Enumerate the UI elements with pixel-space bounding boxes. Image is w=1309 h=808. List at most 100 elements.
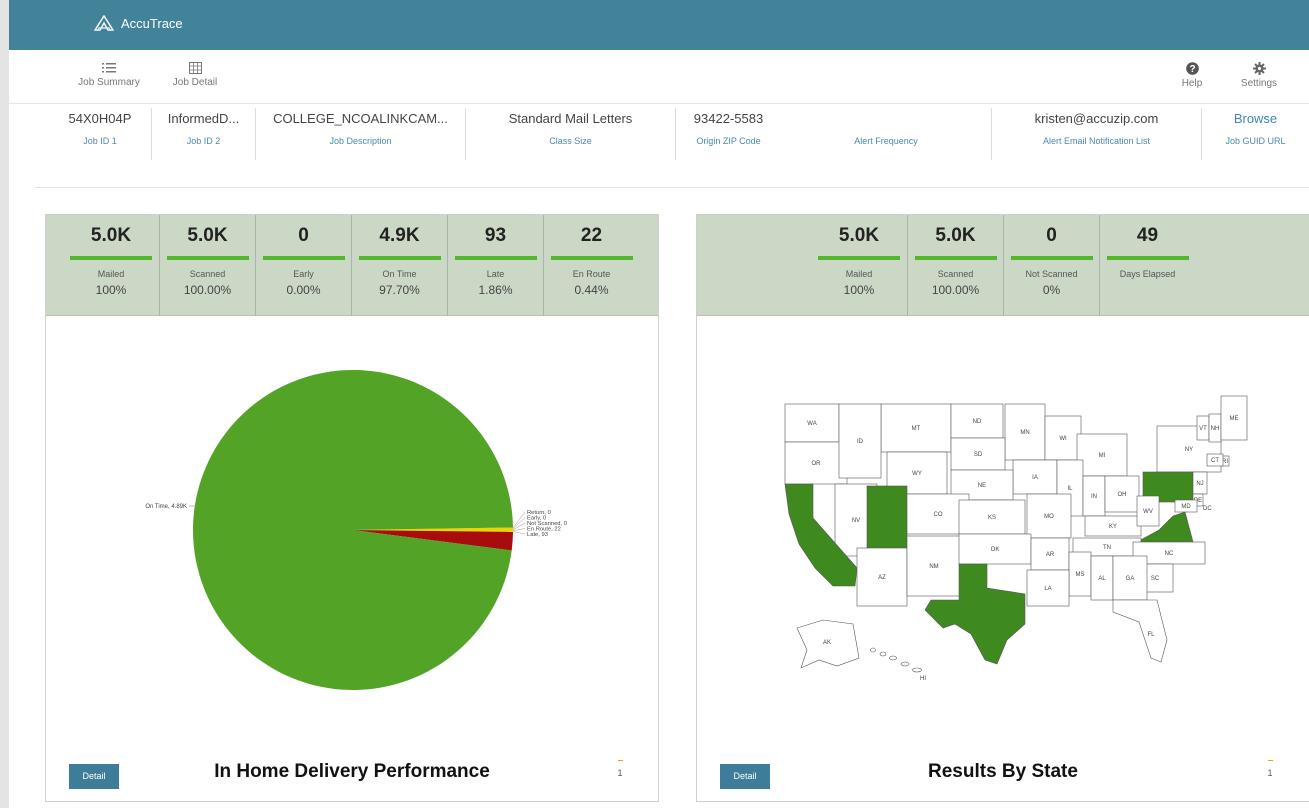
state-ut[interactable] (866, 485, 908, 549)
top-header: AccuTrace (9, 0, 1309, 50)
stat-bar (818, 256, 900, 260)
stat-bar (1010, 256, 1093, 260)
stat-scanned: 5.0K Scanned 100.00% (907, 215, 1003, 316)
app-logo[interactable]: AccuTrace (94, 15, 183, 31)
help-button[interactable]: ? Help (1177, 62, 1207, 89)
stat-bar (550, 256, 633, 260)
state-label: NV (852, 518, 860, 524)
state-label: ND (973, 419, 982, 425)
pager-indicator (1267, 760, 1273, 761)
state-label: MT (912, 426, 921, 432)
settings-label: Settings (1240, 78, 1278, 89)
panel-title: Results By State (928, 761, 1078, 782)
state-label: SC (1151, 576, 1160, 582)
divider (34, 187, 1309, 188)
stat-percent: 100.00% (183, 283, 232, 297)
pie-label: Late, 93 (527, 532, 548, 538)
state-hi[interactable] (889, 655, 897, 661)
state-label: WI (1059, 436, 1067, 442)
stat-label: Scanned (189, 269, 226, 279)
stat-bar (358, 256, 441, 260)
state-label: VT (1199, 426, 1207, 432)
state-label: SD (974, 452, 983, 458)
state-hi[interactable] (912, 667, 922, 673)
settings-button[interactable]: Settings (1239, 62, 1279, 89)
alert-email-value: kristen@accuzip.com (1034, 111, 1159, 126)
app-window: AccuTrace Job Summary Job Detail ? Help (9, 0, 1309, 808)
job-id-1-field: 54X0H04P Job ID 1 (49, 108, 151, 160)
help-label: Help (1181, 78, 1203, 89)
state-label: NE (978, 483, 986, 489)
job-id-2-value: InformedD... (167, 111, 240, 126)
state-label: AL (1098, 576, 1106, 582)
stat-days-elapsed: 49 Days Elapsed (1099, 215, 1195, 316)
stat-mailed: 5.0K Mailed 100% (63, 215, 159, 316)
us-states-map[interactable]: WAMTNDMNORIDSDWIMINYVT NHMEWYIANE ILIN OHRI… (697, 316, 1309, 749)
job-detail-button[interactable]: Job Detail (167, 62, 223, 88)
job-description-label: Job Description (329, 136, 392, 146)
alert-frequency-label: Alert Frequency (854, 136, 918, 146)
pie-label-leader (512, 517, 526, 530)
job-info-bar: 54X0H04P Job ID 1 InformedD... Job ID 2 … (9, 104, 1309, 160)
state-hi[interactable] (870, 647, 876, 653)
stat-on-time: 4.9K On Time 97.70% (351, 215, 447, 316)
stat-value: 0 (298, 225, 309, 246)
state-label: OK (991, 547, 1000, 553)
state-label: CT (1211, 458, 1219, 464)
job-id-1-label: Job ID 1 (83, 136, 117, 146)
help-icon: ? (1185, 62, 1199, 75)
stat-bar (1106, 256, 1189, 260)
panel-footer: Detail Results By State 1 (697, 747, 1309, 801)
panel-title: In Home Delivery Performance (214, 761, 490, 782)
state-label: AZ (878, 575, 886, 581)
list-icon (102, 63, 116, 73)
stat-value: 5.0K (935, 225, 976, 246)
state-fl[interactable] (1112, 599, 1168, 663)
state-label: NY (1185, 447, 1193, 453)
job-detail-label: Job Detail (172, 77, 218, 88)
page-number: 1 (617, 768, 623, 778)
gear-icon (1252, 62, 1266, 75)
origin-zip-value: 93422-5583 (693, 111, 764, 126)
state-label: MI (1099, 453, 1106, 459)
delivery-pie-chart[interactable]: On Time, 4.89KReturn, 0Early, 0Not Scann… (46, 316, 658, 749)
state-label: OR (812, 461, 822, 467)
state-label: FL (1147, 632, 1155, 638)
alert-frequency-value (781, 108, 991, 126)
stat-not-scanned: 0 Not Scanned 0% (1003, 215, 1099, 316)
stat-en-route: 22 En Route 0.44% (543, 215, 639, 316)
svg-text:?: ? (1189, 64, 1195, 75)
job-summary-button[interactable]: Job Summary (75, 62, 143, 88)
state-label: ID (857, 439, 864, 445)
stat-label: Mailed (97, 269, 125, 279)
stat-percent: 100% (843, 283, 875, 297)
class-size-field: Standard Mail Letters Class Size (465, 108, 675, 160)
state-label: WV (1143, 509, 1153, 515)
job-summary-label: Job Summary (78, 77, 140, 88)
stat-percent: 100.00% (931, 283, 980, 297)
stat-label: En Route (572, 269, 611, 279)
pie-label: On Time, 4.89K (145, 504, 187, 510)
browse-link[interactable]: Browse (1202, 108, 1309, 126)
job-guid-field: Browse Job GUID URL (1201, 108, 1309, 160)
state-label: LA (1044, 586, 1051, 592)
state-label: AK (823, 640, 831, 646)
state-hi[interactable] (879, 651, 887, 657)
origin-zip-label: Origin ZIP Code (696, 136, 761, 146)
stat-value: 22 (580, 225, 603, 246)
state-label: MD (1181, 504, 1191, 510)
state-label: MS (1076, 572, 1085, 578)
pager[interactable]: 1 (610, 760, 630, 778)
stat-bar (914, 256, 997, 260)
job-description-field: COLLEGE_NCOALINKCAM... Job Description (255, 108, 465, 160)
alert-email-field: kristen@accuzip.com Alert Email Notifica… (991, 108, 1201, 160)
state-label: NC (1165, 551, 1174, 557)
pager[interactable]: 1 (1260, 760, 1280, 778)
accutrace-logo-icon (94, 15, 114, 31)
stat-value: 93 (484, 225, 507, 246)
state-hi[interactable] (900, 661, 910, 667)
class-size-value: Standard Mail Letters (508, 111, 633, 126)
state-label: IL (1067, 486, 1073, 492)
delivery-stats-bar: 5.0K Mailed 100% 5.0K Scanned 100.00% 0 … (46, 215, 658, 316)
state-label: MN (1020, 430, 1029, 436)
